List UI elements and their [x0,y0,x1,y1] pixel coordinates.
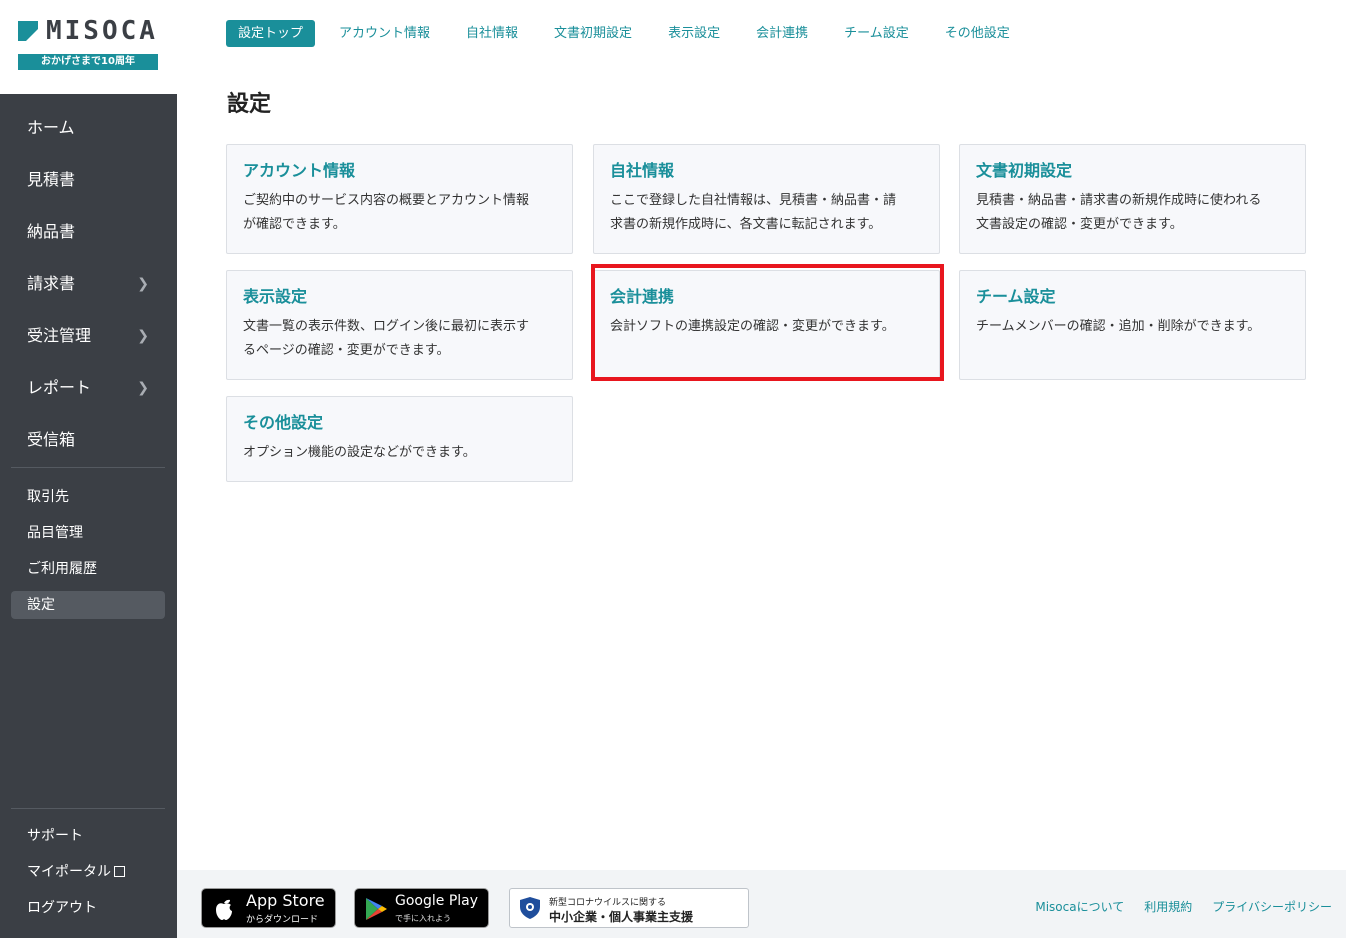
card-description-line: 文書一覧の表示件数、ログイン後に最初に表示す [243,319,530,334]
misoca-logo-icon [18,21,38,41]
card-accounting-integration[interactable]: 会計連携 会計ソフトの連携設定の確認・変更ができます。 [593,270,940,380]
shield-icon [519,896,541,924]
card-display-settings[interactable]: 表示設定 文書一覧の表示件数、ログイン後に最初に表示す るページの確認・変更ができ… [226,270,573,380]
sidebar-divider [11,808,165,809]
google-play-icon [364,897,388,925]
tab-team-settings[interactable]: チーム設定 [844,20,909,47]
logo-text: MISOCA [46,16,158,46]
tab-company-info[interactable]: 自社情報 [466,20,518,47]
corona-support-banner[interactable]: 新型コロナウイルスに関する 中小企業・個人事業主支援 [509,888,749,928]
tab-display-settings[interactable]: 表示設定 [668,20,720,47]
sidebar-item-label: 見積書 [27,170,76,189]
sidebar-item-label: 受注管理 [27,326,92,345]
footer-links: Misocaについて 利用規約 プライバシーポリシー [1015,898,1332,915]
card-description-line: オプション機能の設定などができます。 [243,445,476,460]
card-description: 見積書・納品書・請求書の新規作成時に使われる 文書設定の確認・変更ができます。 [976,189,1289,237]
card-description-line: 見積書・納品書・請求書の新規作成時に使われる [976,193,1262,208]
tab-other-settings[interactable]: その他設定 [945,20,1010,47]
sidebar-sub-nav: 取引先 品目管理 ご利用履歴 設定 [11,483,165,627]
card-description-line: 求書の新規作成時に、各文書に転記されます。 [610,217,882,232]
card-title: その他設定 [243,413,324,432]
card-description: 会計ソフトの連携設定の確認・変更ができます。 [610,315,923,339]
sidebar-item-label: ホーム [27,118,75,137]
tab-settings-top[interactable]: 設定トップ [226,20,316,47]
card-title: アカウント情報 [243,161,356,180]
sidebar-item-inbox[interactable]: 受信箱 [0,414,177,466]
sidebar-item-home[interactable]: ホーム [0,102,177,154]
tab-accounting-integration[interactable]: 会計連携 [756,20,808,47]
apple-icon [214,897,234,925]
card-team-settings[interactable]: チーム設定 チームメンバーの確認・追加・削除ができます。 [959,270,1306,380]
footer-link-privacy[interactable]: プライバシーポリシー [1212,898,1332,915]
sidebar-item-settings[interactable]: 設定 [11,591,165,619]
app-store-title: App Store [246,891,325,910]
card-description: チームメンバーの確認・追加・削除ができます。 [976,315,1289,339]
sidebar-item-my-portal[interactable]: マイポータル [11,858,165,886]
sidebar-item-usage-history[interactable]: ご利用履歴 [11,555,165,583]
card-description-line: るページの確認・変更ができます。 [243,343,450,358]
tab-document-defaults[interactable]: 文書初期設定 [554,20,632,47]
footer: App Store からダウンロード Google Play で手に入れよう 新… [177,870,1346,938]
card-title: 会計連携 [610,287,675,306]
card-other-settings[interactable]: その他設定 オプション機能の設定などができます。 [226,396,573,482]
tab-account-info[interactable]: アカウント情報 [339,20,430,47]
card-description-line: が確認できます。 [243,217,346,232]
sidebar-main-nav: ホーム 見積書 納品書 請求書 ❯ 受注管理 ❯ レポート ❯ 受信箱 [0,102,177,466]
card-description-line: チームメンバーの確認・追加・削除ができます。 [976,319,1261,334]
card-title: 表示設定 [243,287,308,306]
sidebar-item-label: 納品書 [27,222,76,241]
sidebar-item-label: レポート [27,378,92,397]
app-store-subtitle: からダウンロード [246,915,319,925]
anniversary-banner: おかげさまで10周年 [18,54,158,70]
card-description-line: 文書設定の確認・変更ができます。 [976,217,1183,232]
external-link-icon [114,866,125,877]
google-play-subtitle: で手に入れよう [395,914,451,923]
card-description: ここで登録した自社情報は、見積書・納品書・請 求書の新規作成時に、各文書に転記され… [610,189,923,237]
sidebar-divider [11,467,165,468]
card-title: 文書初期設定 [976,161,1073,180]
sidebar-item-orders[interactable]: 受注管理 ❯ [0,310,177,362]
card-description-line: ご契約中のサービス内容の概要とアカウント情報 [243,193,530,208]
sidebar: MISOCA おかげさまで10周年 ホーム 見積書 納品書 請求書 ❯ 受注管理 ❯… [0,0,177,938]
sidebar-item-label: マイポータル [27,864,111,880]
card-description-line: ここで登録した自社情報は、見積書・納品書・請 [610,193,897,208]
google-play-title: Google Play [395,893,479,909]
footer-link-terms[interactable]: 利用規約 [1144,898,1192,915]
chevron-right-icon: ❯ [137,276,149,292]
chevron-right-icon: ❯ [137,328,149,344]
card-company-info[interactable]: 自社情報 ここで登録した自社情報は、見積書・納品書・請 求書の新規作成時に、各文書… [593,144,940,254]
sidebar-item-label: 請求書 [27,274,76,293]
sidebar-item-items[interactable]: 品目管理 [11,519,165,547]
corona-banner-line1: 新型コロナウイルスに関する [549,898,667,908]
chevron-right-icon: ❯ [137,380,149,396]
google-play-badge[interactable]: Google Play で手に入れよう [354,888,489,928]
logo-area[interactable]: MISOCA おかげさまで10周年 [0,0,177,94]
card-description: 文書一覧の表示件数、ログイン後に最初に表示す るページの確認・変更ができます。 [243,315,556,363]
card-description: ご契約中のサービス内容の概要とアカウント情報 が確認できます。 [243,189,556,237]
sidebar-item-clients[interactable]: 取引先 [11,483,165,511]
settings-tabs: 設定トップ アカウント情報 自社情報 文書初期設定 表示設定 会計連携 チーム設… [226,20,1046,47]
app-store-badge[interactable]: App Store からダウンロード [201,888,336,928]
footer-link-about[interactable]: Misocaについて [1035,898,1124,915]
corona-banner-line2: 中小企業・個人事業主支援 [549,910,694,924]
page-title: 設定 [227,92,272,117]
card-account-info[interactable]: アカウント情報 ご契約中のサービス内容の概要とアカウント情報 が確認できます。 [226,144,573,254]
card-document-defaults[interactable]: 文書初期設定 見積書・納品書・請求書の新規作成時に使われる 文書設定の確認・変更が… [959,144,1306,254]
card-description-line: 会計ソフトの連携設定の確認・変更ができます。 [610,319,895,334]
sidebar-item-invoices[interactable]: 請求書 ❯ [0,258,177,310]
sidebar-item-delivery[interactable]: 納品書 [0,206,177,258]
sidebar-item-reports[interactable]: レポート ❯ [0,362,177,414]
sidebar-item-support[interactable]: サポート [11,822,165,850]
sidebar-item-logout[interactable]: ログアウト [11,894,165,922]
card-description: オプション機能の設定などができます。 [243,441,556,465]
card-title: 自社情報 [610,161,675,180]
sidebar-bottom-nav: サポート マイポータル ログアウト [11,822,165,930]
sidebar-item-label: 受信箱 [27,430,76,449]
sidebar-item-estimates[interactable]: 見積書 [0,154,177,206]
card-title: チーム設定 [976,287,1056,306]
